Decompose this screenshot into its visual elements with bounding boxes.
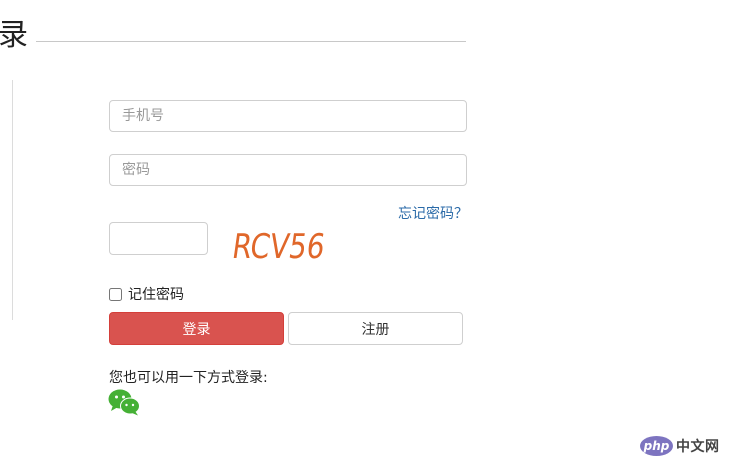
alt-login-prompt: 您也可以用一下方式登录: xyxy=(109,370,268,386)
remember-password[interactable]: 记住密码 xyxy=(109,284,184,304)
php-logo: php xyxy=(640,436,673,456)
phone-input[interactable] xyxy=(109,100,467,132)
captcha-image[interactable]: RCV56 xyxy=(228,222,338,266)
site-watermark: php 中文网 xyxy=(640,436,720,456)
watermark-site-name: 中文网 xyxy=(676,439,720,455)
password-input[interactable] xyxy=(109,154,467,186)
page-title: 录 xyxy=(0,18,28,53)
title-divider xyxy=(36,41,466,42)
captcha-text: RCV56 xyxy=(230,227,328,266)
remember-label: 记住密码 xyxy=(128,287,184,303)
login-button[interactable]: 登录 xyxy=(109,312,284,345)
captcha-input[interactable] xyxy=(109,222,208,255)
wechat-icon[interactable] xyxy=(108,388,140,416)
side-divider xyxy=(12,80,13,320)
remember-checkbox[interactable] xyxy=(109,287,122,301)
forgot-password-link[interactable]: 忘记密码？ xyxy=(398,203,468,223)
register-button[interactable]: 注册 xyxy=(288,312,463,345)
